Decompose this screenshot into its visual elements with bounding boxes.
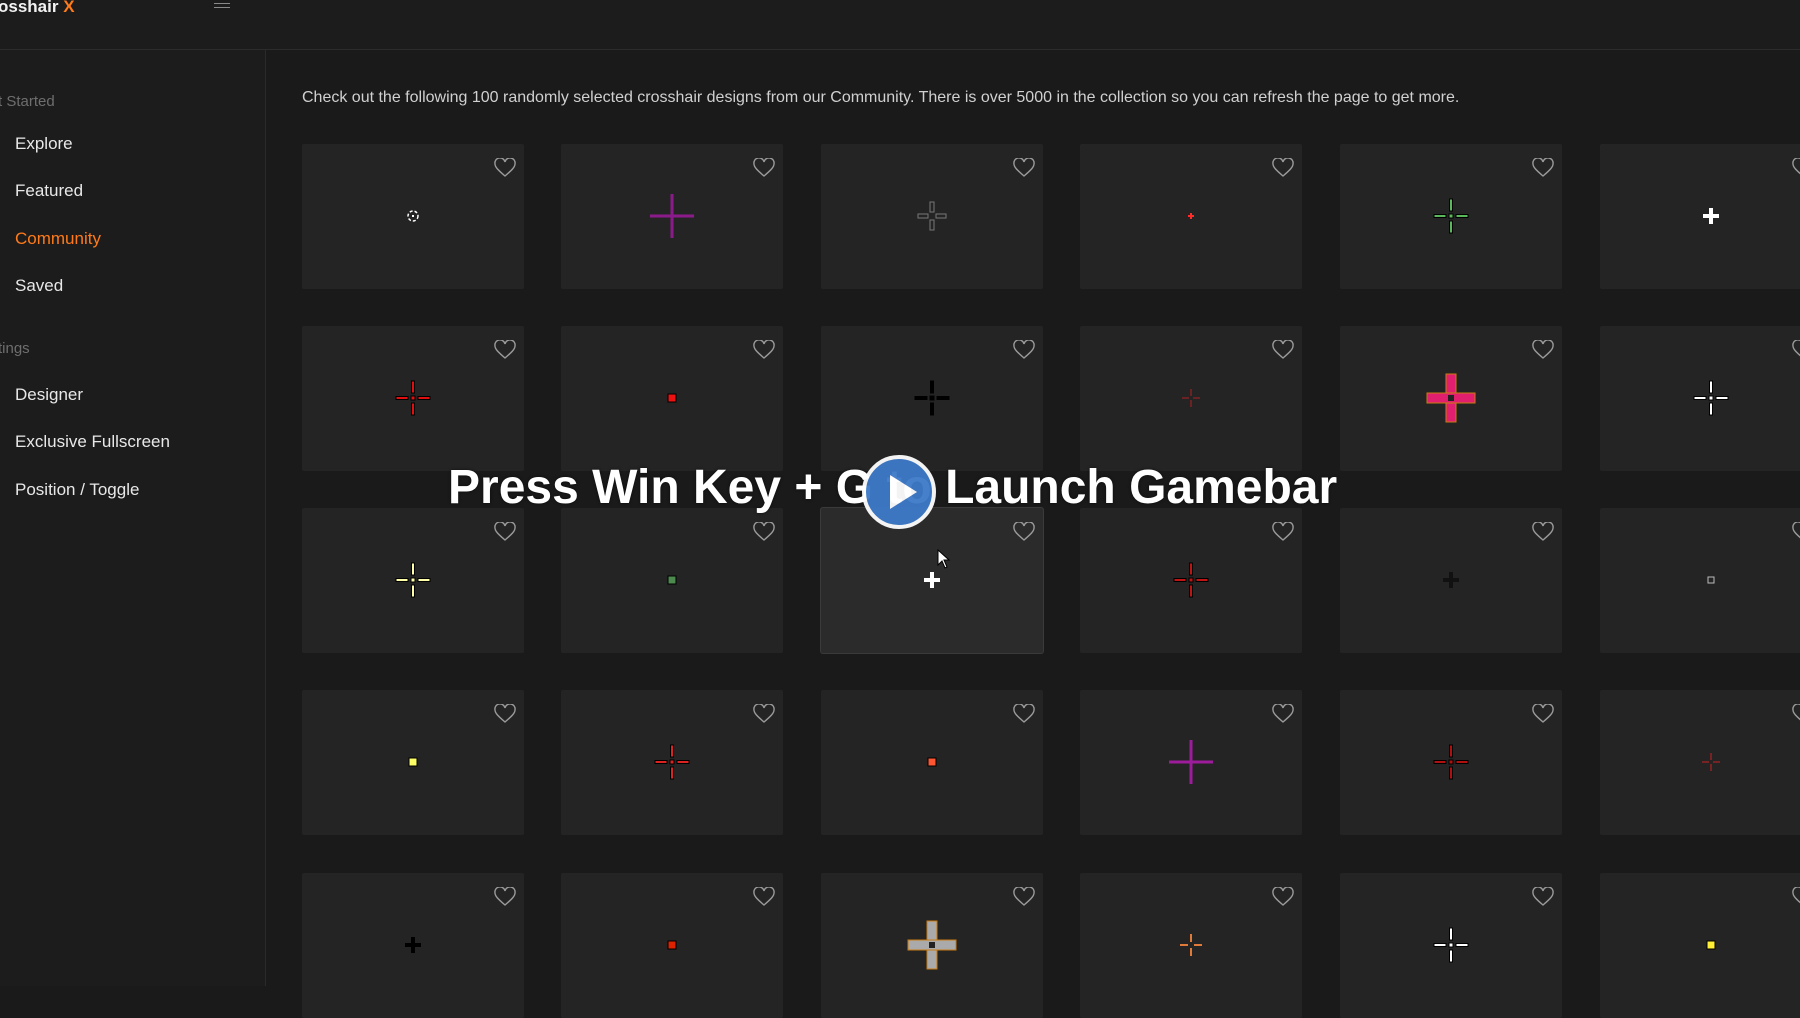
crosshair-card[interactable] (821, 873, 1043, 1018)
play-icon (890, 475, 917, 509)
crosshair-card[interactable] (821, 326, 1043, 471)
crosshair-preview-icon (1173, 562, 1209, 598)
sidebar: t Started Explore Featured Community Sav… (0, 50, 266, 986)
crosshair-preview-icon (667, 393, 677, 403)
sidebar-item-designer[interactable]: Designer (15, 385, 83, 405)
crosshair-preview-icon (395, 562, 431, 598)
crosshair-card[interactable] (302, 144, 524, 289)
crosshair-preview-icon (914, 380, 950, 416)
crosshair-card[interactable] (302, 326, 524, 471)
top-bar: osshair X (0, 0, 1800, 50)
crosshair-preview-icon (1426, 373, 1476, 423)
crosshair-preview-icon (917, 201, 947, 231)
sidebar-section-settings: tings (0, 340, 30, 357)
crosshair-preview-icon (1707, 576, 1715, 584)
crosshair-card[interactable] (561, 508, 783, 653)
crosshair-card[interactable] (821, 144, 1043, 289)
crosshair-preview-icon (408, 757, 418, 767)
menu-toggle-icon[interactable] (212, 0, 232, 12)
brand-accent: X (63, 0, 75, 16)
crosshair-card[interactable] (1340, 690, 1562, 835)
crosshair-preview-icon (405, 937, 421, 953)
crosshair-preview-icon (924, 572, 940, 588)
crosshair-preview-icon (1433, 198, 1469, 234)
sidebar-item-community[interactable]: Community (15, 229, 101, 249)
crosshair-card[interactable] (821, 508, 1043, 653)
crosshair-preview-icon (395, 380, 431, 416)
crosshair-preview-icon (1188, 213, 1194, 219)
crosshair-preview-icon (1702, 753, 1720, 771)
crosshair-card[interactable] (302, 690, 524, 835)
crosshair-preview-icon (907, 920, 957, 970)
sidebar-item-saved[interactable]: Saved (15, 276, 63, 296)
crosshair-card[interactable] (1080, 690, 1302, 835)
crosshair-card[interactable] (561, 144, 783, 289)
crosshair-card[interactable] (302, 508, 524, 653)
crosshair-card[interactable] (821, 690, 1043, 835)
crosshair-card[interactable] (1600, 508, 1800, 653)
crosshair-preview-icon (1182, 389, 1200, 407)
crosshair-card[interactable] (1340, 508, 1562, 653)
crosshair-card[interactable] (561, 690, 783, 835)
crosshair-card[interactable] (1600, 873, 1800, 1018)
crosshair-preview-icon (1706, 940, 1716, 950)
crosshair-card[interactable] (1080, 508, 1302, 653)
crosshair-preview-icon (654, 744, 690, 780)
crosshair-card[interactable] (1080, 873, 1302, 1018)
app-logo: osshair X (0, 0, 75, 17)
crosshair-card[interactable] (561, 873, 783, 1018)
crosshair-card[interactable] (1600, 690, 1800, 835)
crosshair-preview-icon (667, 940, 677, 950)
crosshair-preview-icon (927, 757, 937, 767)
crosshair-preview-icon (1433, 744, 1469, 780)
crosshair-preview-icon (1169, 740, 1213, 784)
sidebar-item-explore[interactable]: Explore (15, 134, 73, 154)
crosshair-card[interactable] (1340, 873, 1562, 1018)
play-button[interactable] (862, 455, 936, 529)
crosshair-card[interactable] (1600, 144, 1800, 289)
crosshair-card[interactable] (302, 873, 524, 1018)
crosshair-card[interactable] (1600, 326, 1800, 471)
crosshair-preview-icon (650, 194, 694, 238)
sidebar-item-featured[interactable]: Featured (15, 181, 83, 201)
page-intro-text: Check out the following 100 randomly sel… (302, 89, 1460, 106)
crosshair-card[interactable] (561, 326, 783, 471)
crosshair-preview-icon (1443, 572, 1459, 588)
crosshair-preview-icon (667, 575, 677, 585)
mouse-cursor-icon (937, 549, 951, 569)
crosshair-preview-icon (1693, 380, 1729, 416)
crosshair-card[interactable] (1080, 144, 1302, 289)
crosshair-preview-icon (1180, 934, 1202, 956)
brand-name: osshair (0, 0, 59, 16)
sidebar-item-exclusive-fullscreen[interactable]: Exclusive Fullscreen (15, 432, 170, 452)
crosshair-card[interactable] (1080, 326, 1302, 471)
crosshair-preview-icon (407, 210, 419, 222)
crosshair-card[interactable] (1340, 326, 1562, 471)
sidebar-item-position-toggle[interactable]: Position / Toggle (15, 480, 139, 500)
crosshair-preview-icon (1433, 927, 1469, 963)
crosshair-card[interactable] (1340, 144, 1562, 289)
sidebar-section-getting-started: t Started (0, 93, 55, 110)
crosshair-preview-icon (1703, 208, 1719, 224)
